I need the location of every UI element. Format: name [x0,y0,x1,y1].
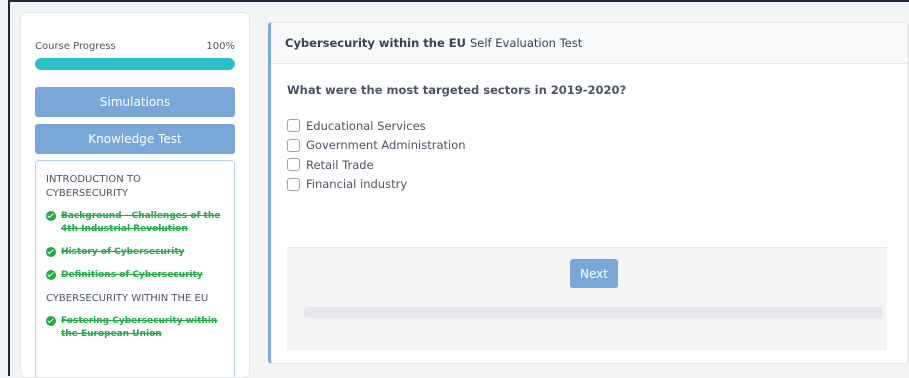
test-panel: Cybersecurity within the EU Self Evaluat… [268,22,908,364]
toc-section-title: CYBERSECURITY WITHIN THE EU [46,293,209,304]
course-progress-bar [35,58,235,70]
check-circle-icon [46,316,56,326]
check-circle-icon [46,247,56,257]
checkbox[interactable] [287,138,300,152]
next-button[interactable]: Next [570,259,618,288]
answer-option[interactable]: Government Administration [287,136,907,156]
answer-options: Educational Services Government Administ… [271,97,907,194]
answer-option-label: Retail Trade [306,157,374,172]
checkbox[interactable] [287,119,300,133]
toc-item-fostering[interactable]: Fostering Cybersecurity within the Europ… [46,315,224,341]
course-progress-value: 100% [206,41,235,52]
toc-item-label: History of Cybersecurity [61,247,185,257]
checkbox[interactable] [287,177,300,191]
checkbox[interactable] [287,158,300,172]
simulations-button[interactable]: Simulations [35,87,235,117]
course-progress-row: Course Progress 100% [35,41,235,52]
test-progress-bar [303,307,883,318]
answer-option-label: Government Administration [306,138,466,153]
answer-option-label: Educational Services [306,118,426,133]
app-frame: Course Progress 100% Simulations Knowled… [8,0,909,378]
question-text: What were the most targeted sectors in 2… [287,83,627,97]
toc-item-background[interactable]: Background - Challenges of the 4th Indus… [46,210,224,236]
answer-option[interactable]: Financial industry [287,175,907,195]
toc-item-label: Background - Challenges of the 4th Indus… [61,211,221,234]
table-of-contents: INTRODUCTION TO CYBERSECURITY Background… [35,160,235,377]
question-footer: Next [287,247,887,350]
course-sidebar: Course Progress 100% Simulations Knowled… [20,12,250,378]
panel-header: Cybersecurity within the EU Self Evaluat… [271,23,907,64]
check-circle-icon [46,270,56,280]
toc-item-label: Definitions of Cybersecurity [61,270,203,280]
toc-section-title: INTRODUCTION TO CYBERSECURITY [46,174,141,199]
panel-header-module: Cybersecurity within the EU [285,36,466,50]
toc-item-definitions[interactable]: Definitions of Cybersecurity [46,269,224,282]
check-circle-icon [46,211,56,221]
answer-option[interactable]: Educational Services [287,116,907,136]
course-progress-label: Course Progress [35,41,116,52]
panel-header-title: Self Evaluation Test [469,36,583,50]
course-progress-fill [35,58,235,70]
toc-item-history[interactable]: History of Cybersecurity [46,246,224,259]
knowledge-test-button[interactable]: Knowledge Test [35,124,235,154]
answer-option-label: Financial industry [306,177,408,192]
answer-option[interactable]: Retail Trade [287,155,907,175]
toc-item-label: Fostering Cybersecurity within the Europ… [61,316,218,339]
